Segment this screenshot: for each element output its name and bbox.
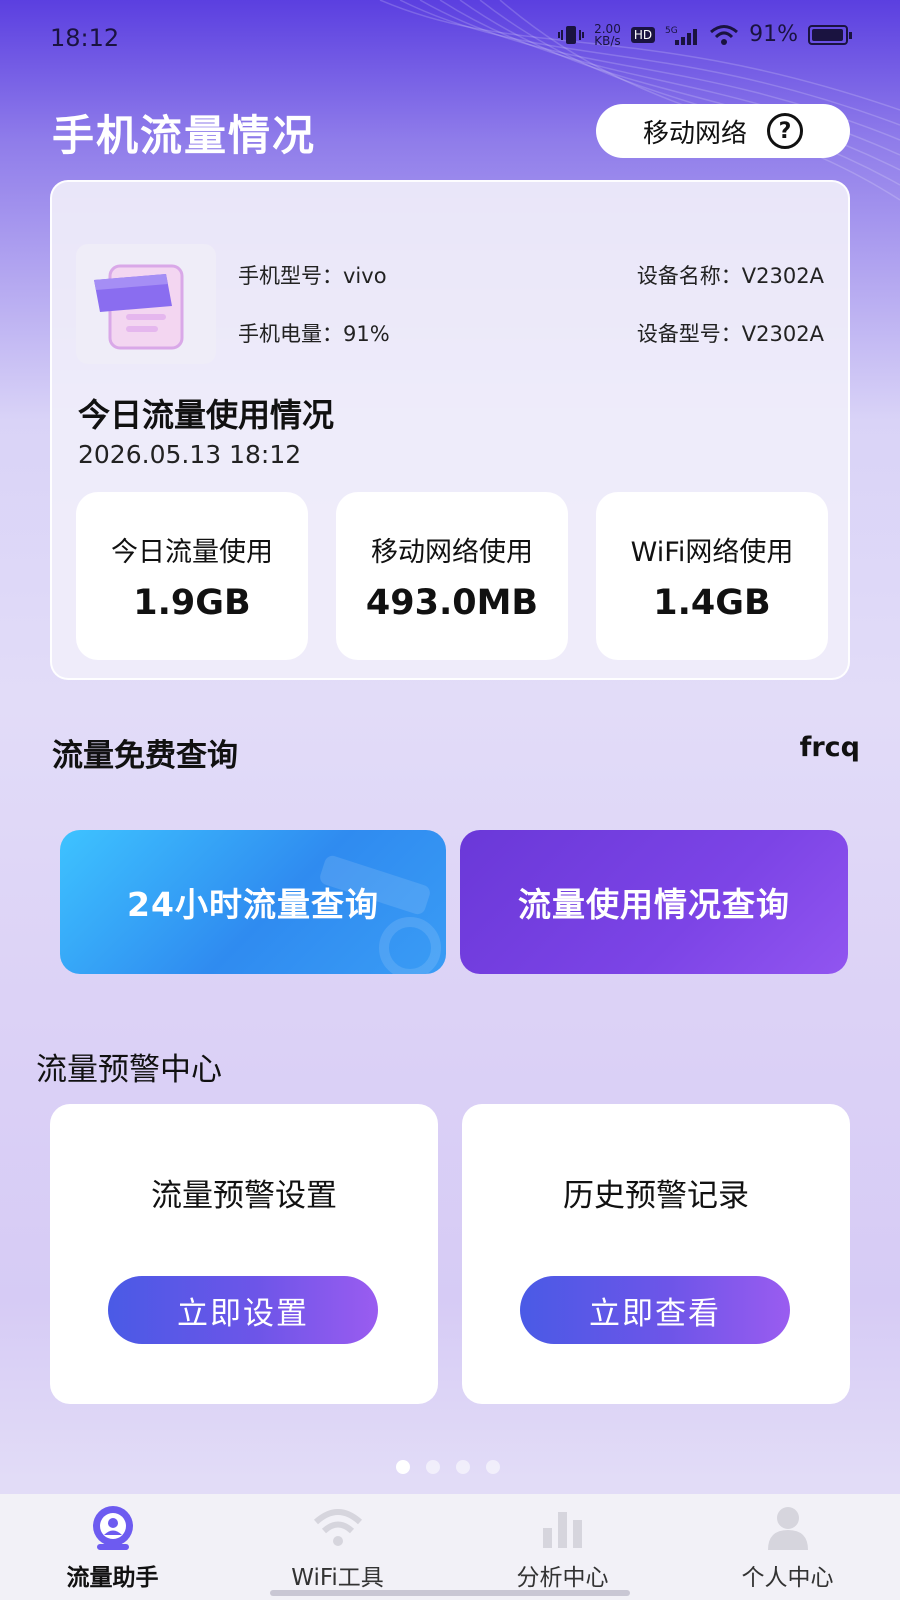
network-speed: 2.00 KB/s [594, 23, 621, 47]
phone-battery: 手机电量：91% [238, 322, 390, 346]
stat-value: 1.4GB [653, 582, 771, 623]
traffic-assistant-icon [87, 1504, 139, 1552]
phone-model: 手机型号：vivo [238, 264, 387, 288]
bar-chart-icon [537, 1504, 589, 1552]
today-usage-title: 今日流量使用情况 [78, 396, 335, 434]
tab-analysis-center[interactable]: 分析中心 [450, 1494, 675, 1600]
page-dot [426, 1460, 440, 1474]
status-icons: 2.00 KB/s HD 5G 91% [558, 22, 852, 47]
tab-label: 流量助手 [66, 1565, 159, 1591]
device-type: 设备型号：V2302A [636, 322, 824, 346]
stat-wifi: WiFi网络使用 1.4GB [596, 492, 828, 660]
usage-query-label: 流量使用情况查询 [518, 885, 790, 924]
stat-value: 493.0MB [365, 582, 539, 623]
view-now-button[interactable]: 立即查看 [520, 1276, 790, 1344]
page-indicator [396, 1460, 500, 1474]
phone-illustration-icon [76, 244, 216, 364]
tab-label: 分析中心 [516, 1565, 609, 1591]
network-type-label: 移动网络 [642, 118, 747, 149]
tab-wifi-tools[interactable]: WiFi工具 [225, 1494, 450, 1600]
home-indicator[interactable] [270, 1590, 630, 1596]
stat-value: 1.9GB [133, 582, 251, 623]
stat-label: 今日流量使用 [111, 536, 273, 568]
status-bar: 18:12 2.00 KB/s HD 5G 91% [0, 0, 900, 72]
set-now-button[interactable]: 立即设置 [108, 1276, 378, 1344]
warning-settings-title: 流量预警设置 [151, 1178, 337, 1214]
stat-label: WiFi网络使用 [630, 536, 794, 568]
speed-value: 2.00 [594, 21, 621, 36]
signal-5g-icon: 5G [665, 26, 698, 45]
bottom-tab-bar: 流量助手 WiFi工具 分析中心 个人中心 [0, 1494, 900, 1600]
wifi-status-icon [710, 24, 739, 45]
usage-query-button[interactable]: 流量使用情况查询 [460, 830, 848, 974]
svg-text:5G: 5G [665, 26, 678, 36]
page-dot [486, 1460, 500, 1474]
today-datetime: 2026.05.13 18:12 [78, 440, 302, 469]
vibrate-icon [558, 25, 585, 44]
battery-percent: 91% [749, 22, 798, 47]
stat-mobile: 移动网络使用 493.0MB [336, 492, 568, 660]
person-icon [762, 1504, 814, 1552]
page-dot [456, 1460, 470, 1474]
stat-today-total: 今日流量使用 1.9GB [76, 492, 308, 660]
warning-center-title: 流量预警中心 [36, 1052, 222, 1088]
device-name: 设备名称：V2302A [636, 264, 824, 288]
wifi-icon [312, 1504, 364, 1552]
warning-history-card: 历史预警记录 立即查看 [462, 1104, 850, 1404]
status-time: 18:12 [50, 24, 120, 52]
stat-label: 移动网络使用 [371, 536, 533, 568]
speed-unit: KB/s [594, 33, 621, 48]
query-tag: frcq [799, 732, 860, 763]
free-query-title: 流量免费查询 [52, 738, 238, 774]
warning-history-title: 历史预警记录 [563, 1178, 749, 1214]
battery-icon [808, 24, 852, 45]
24h-query-label: 24小时流量查询 [127, 885, 379, 924]
hd-badge: HD [630, 26, 656, 43]
tab-label: WiFi工具 [291, 1565, 384, 1591]
tab-traffic-assistant[interactable]: 流量助手 [0, 1494, 225, 1600]
question-icon[interactable]: ? [767, 113, 803, 149]
24h-query-button[interactable]: 24小时流量查询 [60, 830, 446, 974]
tab-label: 个人中心 [741, 1565, 834, 1591]
page-dot [396, 1460, 410, 1474]
network-type-button[interactable]: 移动网络 ? [596, 104, 850, 158]
page-title: 手机流量情况 [52, 111, 317, 160]
warning-settings-card: 流量预警设置 立即设置 [50, 1104, 438, 1404]
device-info-card: 手机型号：vivo 手机电量：91% 设备名称：V2302A 设备型号：V230… [50, 180, 850, 680]
tab-personal-center[interactable]: 个人中心 [675, 1494, 900, 1600]
